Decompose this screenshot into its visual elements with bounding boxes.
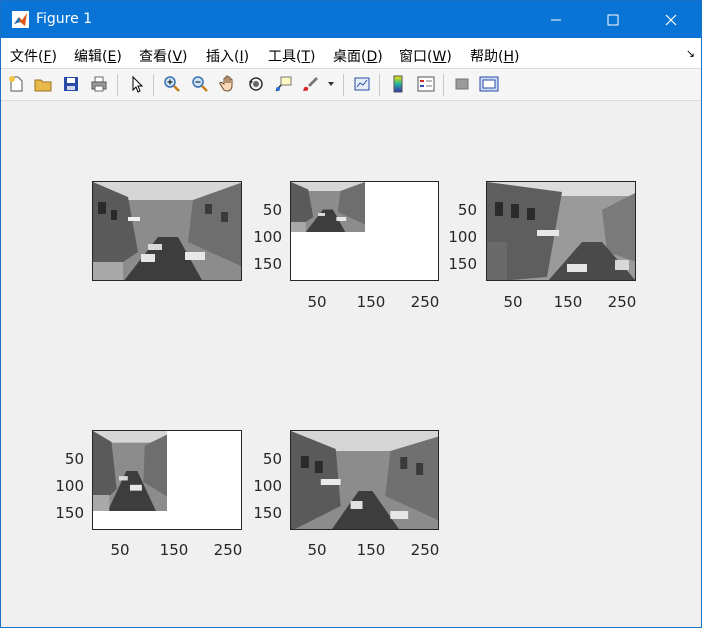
rotate-3d-icon bbox=[249, 77, 263, 91]
ax5-ytick-2: 100 bbox=[253, 477, 282, 495]
ax5-xtick-1: 50 bbox=[307, 541, 327, 559]
axes-1-image[interactable] bbox=[92, 181, 242, 281]
figure-toolbar bbox=[1, 69, 701, 101]
figure-canvas[interactable]: 50 100 150 50 150 250 50 100 150 50 150 … bbox=[1, 101, 701, 627]
toolbar-separator bbox=[117, 74, 118, 96]
ax4-ytick-1: 50 bbox=[64, 450, 84, 468]
menu-desktop[interactable]: 桌面(D) bbox=[333, 46, 383, 66]
toolbar-separator bbox=[379, 74, 380, 96]
matlab-logo-icon bbox=[12, 11, 29, 28]
colorbar-button[interactable] bbox=[387, 73, 409, 95]
close-icon bbox=[665, 14, 677, 25]
venice-canal-image-4 bbox=[93, 431, 167, 511]
select-arrow-icon bbox=[132, 75, 144, 93]
ax5-ytick-1: 50 bbox=[262, 450, 282, 468]
menu-bar: 文件(F) 编辑(E) 查看(V) 插入(I) 工具(T) 桌面(D) 窗口(W… bbox=[1, 38, 701, 69]
venice-canal-image-3 bbox=[487, 182, 635, 280]
window-title: Figure 1 bbox=[36, 11, 93, 27]
ax3-xtick-3: 250 bbox=[607, 293, 637, 311]
toolbar-separator bbox=[153, 74, 154, 96]
brush-icon bbox=[303, 77, 318, 91]
minimize-icon bbox=[551, 19, 561, 20]
axes-3-flipped-image[interactable] bbox=[486, 181, 636, 281]
ax2-ytick-1: 50 bbox=[262, 201, 282, 219]
brush-button[interactable] bbox=[300, 73, 322, 95]
pan-button[interactable] bbox=[217, 73, 239, 95]
menu-view[interactable]: 查看(V) bbox=[139, 46, 188, 66]
brush-dropdown[interactable] bbox=[324, 73, 338, 95]
colorbar-icon bbox=[393, 75, 403, 93]
maximize-button[interactable] bbox=[585, 1, 641, 38]
ax4-ytick-3: 150 bbox=[55, 504, 84, 522]
title-bar[interactable]: Figure 1 bbox=[1, 1, 701, 38]
minimize-button[interactable] bbox=[528, 1, 584, 38]
close-button[interactable] bbox=[643, 1, 699, 38]
save-button[interactable] bbox=[60, 73, 82, 95]
zoom-out-icon bbox=[192, 76, 208, 92]
open-file-button[interactable] bbox=[32, 73, 54, 95]
menu-file[interactable]: 文件(F) bbox=[10, 46, 57, 66]
ax4-xtick-1: 50 bbox=[110, 541, 130, 559]
open-file-icon bbox=[34, 79, 52, 92]
venice-canal-image-2 bbox=[291, 182, 365, 232]
show-plot-tools-button[interactable] bbox=[478, 73, 500, 95]
ax3-xtick-2: 150 bbox=[553, 293, 583, 311]
menu-help[interactable]: 帮助(H) bbox=[470, 46, 519, 66]
menu-tools[interactable]: 工具(T) bbox=[268, 46, 316, 66]
legend-icon bbox=[417, 76, 435, 92]
ax5-ytick-3: 150 bbox=[253, 504, 282, 522]
axes-2-partial-image[interactable] bbox=[290, 181, 439, 281]
ax2-xtick-3: 250 bbox=[410, 293, 440, 311]
print-button[interactable] bbox=[88, 73, 110, 95]
ax2-ytick-2: 100 bbox=[253, 228, 282, 246]
figure-window: Figure 1 文件(F) 编辑(E) 查看(V) 插入(I) 工具(T) 桌… bbox=[0, 0, 702, 628]
save-icon bbox=[64, 77, 78, 91]
hide-plot-tools-icon bbox=[455, 78, 469, 90]
data-cursor-icon bbox=[275, 76, 292, 92]
ax3-ytick-3: 150 bbox=[448, 255, 477, 273]
zoom-out-button[interactable] bbox=[189, 73, 211, 95]
print-icon bbox=[91, 76, 107, 92]
zoom-in-icon bbox=[164, 76, 180, 92]
chevron-down-icon bbox=[328, 82, 334, 86]
menu-window[interactable]: 窗口(W) bbox=[399, 46, 452, 66]
link-plot-icon bbox=[354, 77, 370, 91]
axes-5-full-image[interactable] bbox=[290, 430, 439, 530]
hide-plot-tools-button[interactable] bbox=[451, 73, 473, 95]
toolbar-separator bbox=[443, 74, 444, 96]
new-figure-icon bbox=[9, 76, 23, 92]
maximize-icon bbox=[607, 14, 619, 25]
ax3-ytick-2: 100 bbox=[448, 228, 477, 246]
ax5-xtick-3: 250 bbox=[410, 541, 440, 559]
data-cursor-button[interactable] bbox=[272, 73, 294, 95]
dock-figure-icon[interactable]: ↘ bbox=[686, 47, 695, 60]
ax4-ytick-2: 100 bbox=[55, 477, 84, 495]
venice-canal-image-1 bbox=[93, 182, 241, 280]
ax3-xtick-1: 50 bbox=[503, 293, 523, 311]
axes-4-partial-image[interactable] bbox=[92, 430, 242, 530]
menu-insert[interactable]: 插入(I) bbox=[206, 46, 249, 66]
ax4-xtick-2: 150 bbox=[159, 541, 189, 559]
show-plot-tools-icon bbox=[479, 76, 499, 92]
ax2-ytick-3: 150 bbox=[253, 255, 282, 273]
legend-button[interactable] bbox=[415, 73, 437, 95]
venice-canal-image-5 bbox=[291, 431, 438, 529]
menu-edit[interactable]: 编辑(E) bbox=[74, 46, 122, 66]
toolbar-separator bbox=[343, 74, 344, 96]
ax4-xtick-3: 250 bbox=[213, 541, 243, 559]
ax2-xtick-2: 150 bbox=[356, 293, 386, 311]
ax3-ytick-1: 50 bbox=[457, 201, 477, 219]
ax5-xtick-2: 150 bbox=[356, 541, 386, 559]
pan-hand-icon bbox=[219, 75, 233, 92]
link-plot-button[interactable] bbox=[351, 73, 373, 95]
zoom-in-button[interactable] bbox=[161, 73, 183, 95]
select-tool-button[interactable] bbox=[126, 73, 148, 95]
rotate-3d-button[interactable] bbox=[245, 73, 267, 95]
new-figure-button[interactable] bbox=[5, 73, 27, 95]
ax2-xtick-1: 50 bbox=[307, 293, 327, 311]
